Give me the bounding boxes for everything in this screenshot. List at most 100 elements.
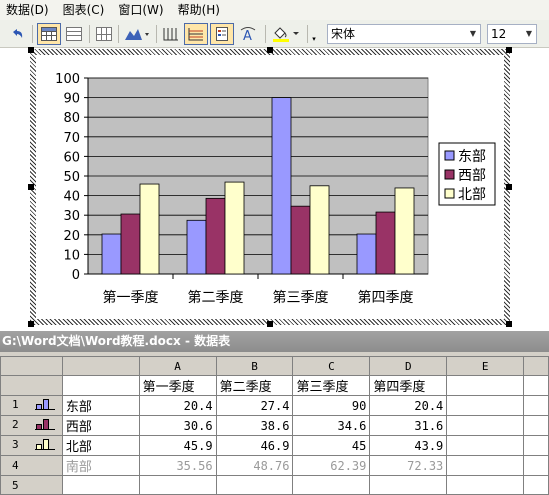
cell[interactable] — [61, 475, 140, 495]
cell[interactable]: 34.6 — [292, 415, 371, 436]
legend-swatch — [444, 150, 455, 161]
cell[interactable]: 46.9 — [215, 435, 294, 456]
menu-bar: 数据(D) 图表(C) 窗口(W) 帮助(H) — [0, 0, 549, 20]
cell[interactable]: 62.39 — [292, 455, 371, 476]
cell[interactable] — [61, 375, 140, 396]
cell[interactable]: 东部 — [61, 395, 140, 416]
cell[interactable] — [446, 435, 524, 456]
datasheet-grid: A B C D E 第一季度 第二季度 第三季度 第四季度 1 东部 20.4 27.4 90 20.4 2 西… — [0, 356, 549, 495]
cell[interactable]: 31.6 — [369, 415, 448, 436]
menu-window[interactable]: 窗口(W) — [118, 0, 163, 20]
datasheet-icon[interactable] — [37, 23, 61, 45]
resize-handle-left[interactable] — [28, 184, 34, 190]
chevron-down-icon: ▼ — [525, 29, 533, 38]
cell[interactable] — [523, 375, 549, 396]
resize-handle-bottom-right[interactable] — [506, 321, 512, 327]
row-header[interactable]: 1 — [0, 395, 63, 416]
cell[interactable]: 南部 — [61, 455, 140, 476]
cell[interactable]: 90 — [292, 395, 371, 416]
column-header[interactable]: B — [215, 356, 294, 376]
text-rotate-icon[interactable]: A — [237, 23, 261, 45]
table-row: 3 北部 45.9 46.9 45 43.9 — [0, 435, 549, 456]
cell[interactable]: 30.6 — [138, 415, 217, 436]
value-axis-gridlines-icon[interactable] — [184, 23, 208, 45]
cell[interactable] — [523, 455, 549, 476]
cell[interactable] — [523, 435, 549, 456]
column-header[interactable]: C — [292, 356, 371, 376]
datasheet-title: G:\Word文档\Word教程.docx - 数据表 — [0, 331, 549, 352]
fill-color-icon[interactable] — [269, 23, 303, 45]
cell[interactable] — [523, 395, 549, 416]
cell[interactable]: 第二季度 — [215, 375, 294, 396]
series-bar-icon — [34, 438, 55, 453]
resize-handle-right[interactable] — [506, 184, 512, 190]
cell[interactable] — [446, 455, 524, 476]
bar — [375, 211, 396, 275]
cell[interactable] — [215, 475, 294, 495]
bar — [101, 233, 122, 275]
row-header[interactable] — [0, 375, 63, 396]
bar — [139, 183, 160, 275]
row-header[interactable]: 4 — [0, 455, 63, 476]
cell[interactable]: 43.9 — [369, 435, 448, 456]
font-name-select[interactable]: 宋体 ▼ — [327, 24, 481, 44]
menu-help[interactable]: 帮助(H) — [178, 0, 220, 20]
cell[interactable]: 35.56 — [138, 455, 217, 476]
select-all-cell[interactable] — [0, 356, 63, 376]
cell[interactable]: 20.4 — [138, 395, 217, 416]
column-header[interactable] — [523, 356, 549, 376]
cell[interactable]: 45 — [292, 435, 371, 456]
menu-chart[interactable]: 图表(C) — [63, 0, 105, 20]
toolbar-options-icon[interactable]: ▾ — [309, 34, 319, 44]
row-header[interactable]: 2 — [0, 415, 63, 436]
cell[interactable] — [369, 475, 448, 495]
resize-handle-bottom[interactable] — [267, 321, 273, 327]
cell[interactable]: 72.33 — [369, 455, 448, 476]
menu-data[interactable]: 数据(D) — [6, 0, 49, 20]
cell[interactable]: 北部 — [61, 435, 140, 456]
chart-type-icon[interactable] — [122, 23, 152, 45]
resize-handle-bottom-left[interactable] — [28, 321, 34, 327]
bar — [205, 197, 226, 275]
column-header[interactable] — [61, 356, 140, 376]
cell[interactable]: 第四季度 — [369, 375, 448, 396]
cell[interactable] — [523, 475, 549, 495]
bar — [394, 187, 415, 275]
cell[interactable]: 48.76 — [215, 455, 294, 476]
cell[interactable] — [446, 475, 524, 495]
y-tick-label: 90 — [63, 92, 80, 107]
cell[interactable]: 第三季度 — [292, 375, 371, 396]
resize-handle-top[interactable] — [267, 47, 273, 53]
cell[interactable] — [446, 415, 524, 436]
cell[interactable] — [523, 415, 549, 436]
table-row: 1 东部 20.4 27.4 90 20.4 — [0, 395, 549, 416]
column-header[interactable]: E — [446, 356, 524, 376]
chevron-down-icon: ▼ — [469, 29, 477, 38]
undo-icon[interactable] — [6, 23, 28, 45]
bar — [186, 219, 207, 275]
cell[interactable] — [292, 475, 371, 495]
cell[interactable]: 27.4 — [215, 395, 294, 416]
cell[interactable] — [446, 395, 524, 416]
cell[interactable]: 西部 — [61, 415, 140, 436]
legend-swatch — [444, 169, 455, 180]
font-size-select[interactable]: 12 ▼ — [487, 24, 537, 44]
column-header[interactable]: A — [138, 356, 217, 376]
row-header[interactable]: 3 — [0, 435, 63, 456]
cell[interactable]: 45.9 — [138, 435, 217, 456]
cell[interactable]: 38.6 — [215, 415, 294, 436]
cell[interactable]: 20.4 — [369, 395, 448, 416]
cell[interactable] — [446, 375, 524, 396]
row-header[interactable]: 5 — [0, 475, 63, 495]
resize-handle-top-left[interactable] — [28, 47, 34, 53]
cell[interactable]: 第一季度 — [138, 375, 217, 396]
legend-icon[interactable] — [210, 23, 234, 45]
category-axis-gridlines-icon[interactable] — [160, 23, 182, 45]
column-header[interactable]: D — [369, 356, 448, 376]
x-tick-label: 第三季度 — [273, 289, 329, 306]
resize-handle-top-right[interactable] — [506, 47, 512, 53]
by-column-icon[interactable] — [93, 23, 115, 45]
chart-area[interactable]: 0 10 20 30 40 50 60 70 80 90 100 第一季度 第二季度 第三季度 第四季度 东部… — [36, 55, 504, 319]
by-row-icon[interactable] — [63, 23, 85, 45]
cell[interactable] — [138, 475, 217, 495]
